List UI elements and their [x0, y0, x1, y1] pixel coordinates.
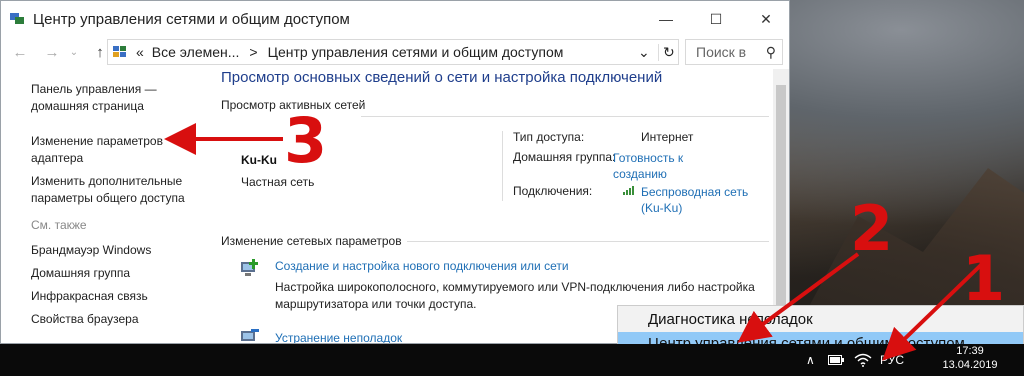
clock[interactable]: 17:39 13.04.2019	[930, 344, 1010, 372]
access-type-label: Тип доступа:	[513, 130, 585, 144]
section-divider	[361, 116, 769, 117]
battery-icon[interactable]	[828, 344, 844, 376]
clock-time: 17:39	[956, 345, 984, 357]
section-divider-2	[407, 241, 769, 242]
troubleshoot-icon	[239, 327, 263, 343]
annotation-number-2: 2	[850, 192, 894, 265]
access-type-value: Интернет	[641, 130, 694, 144]
adapter-line2: адаптера	[31, 151, 84, 165]
navigation-bar: ← → ⌄ ↑ « Все элемен... > Центр управлен…	[1, 37, 789, 67]
homegroup-value-line2: созданию	[613, 167, 667, 181]
task1-desc-line1: Настройка широкополосного, коммутируемог…	[275, 280, 755, 294]
network-name: Ku-Ku	[241, 153, 277, 167]
new-connection-link[interactable]: Создание и настройка нового подключения …	[275, 259, 569, 273]
homegroup-value-line1: Готовность к	[613, 151, 684, 165]
adapter-line1: Изменение параметров	[31, 134, 163, 148]
taskbar: ∧ РУС	[0, 344, 1024, 376]
address-bar[interactable]: « Все элемен... > Центр управления сетям…	[107, 39, 679, 65]
forward-button[interactable]: →	[41, 40, 63, 64]
annotation-number-1: 1	[962, 242, 1006, 315]
breadcrumb-separator[interactable]: >	[249, 44, 257, 60]
maximize-button[interactable]: ☐	[693, 1, 739, 37]
back-button[interactable]: ←	[9, 40, 31, 64]
close-button[interactable]: ✕	[743, 1, 789, 37]
new-connection-icon	[239, 258, 263, 285]
left-pane: Панель управления — домашняя страница Из…	[31, 81, 211, 328]
page-title: Просмотр основных сведений о сети и наст…	[221, 69, 663, 86]
window-title: Центр управления сетями и общим доступом	[33, 10, 350, 28]
troubleshoot-link[interactable]: Устранение неполадок	[275, 331, 402, 343]
homegroup-link[interactable]: Готовность к созданию	[613, 150, 683, 182]
network-type[interactable]: Частная сеть	[241, 175, 314, 189]
search-placeholder: Поиск в	[696, 44, 747, 60]
scrollbar-thumb[interactable]	[776, 85, 786, 325]
connection-value-line1: Беспроводная сеть	[641, 185, 749, 199]
cp-home-line1: Панель управления —	[31, 82, 157, 96]
network-center-window: Центр управления сетями и общим доступом…	[0, 0, 790, 344]
sharing-line2: параметры общего доступа	[31, 191, 185, 205]
see-also-heading: См. также	[31, 218, 87, 232]
search-icon[interactable]: ⚲	[766, 44, 776, 61]
homegroup-label: Домашняя группа:	[513, 150, 616, 164]
breadcrumb-all-items[interactable]: Все элемен...	[152, 44, 240, 60]
firewall-link[interactable]: Брандмауэр Windows	[31, 242, 211, 259]
refresh-icon[interactable]: ↻	[658, 43, 675, 61]
wireless-connection-link[interactable]: Беспроводная сеть (Ku-Ku)	[641, 184, 748, 216]
wifi-signal-icon	[622, 183, 636, 201]
clock-date: 13.04.2019	[942, 359, 998, 371]
network-type-label: Частная сеть	[241, 175, 315, 189]
connections-label: Подключения:	[513, 184, 593, 198]
cp-home-link[interactable]: Панель управления — домашняя страница	[31, 81, 211, 115]
search-input[interactable]: Поиск в ⚲	[685, 39, 783, 65]
connection-value-line2: (Ku-Ku)	[641, 201, 683, 215]
infrared-link[interactable]: Инфракрасная связь	[31, 288, 211, 305]
advanced-sharing-link[interactable]: Изменить дополнительные параметры общего…	[31, 173, 211, 207]
vertical-scrollbar[interactable]	[773, 69, 789, 343]
annotation-number-3: 3	[284, 104, 328, 177]
recent-dropdown-icon[interactable]: ⌄	[63, 40, 85, 64]
control-panel-icon	[112, 45, 128, 59]
title-bar[interactable]: Центр управления сетями и общим доступом…	[1, 1, 789, 37]
sharing-line1: Изменить дополнительные	[31, 174, 183, 188]
language-indicator[interactable]: РУС	[880, 344, 904, 376]
cp-home-line2: домашняя страница	[31, 99, 144, 113]
change-settings-heading: Изменение сетевых параметров	[221, 234, 402, 248]
wifi-icon[interactable]	[854, 344, 872, 376]
breadcrumb-overflow[interactable]: «	[136, 44, 144, 60]
homegroup-link[interactable]: Домашняя группа	[31, 265, 211, 282]
tray-overflow-chevron[interactable]: ∧	[806, 344, 815, 376]
window-network-icon	[9, 12, 25, 26]
internet-options-link[interactable]: Свойства браузера	[31, 311, 211, 328]
vertical-divider	[502, 131, 503, 201]
change-adapter-link[interactable]: Изменение параметров адаптера	[31, 133, 211, 167]
minimize-button[interactable]: —	[643, 1, 689, 37]
address-dropdown-icon[interactable]: ⌄	[638, 44, 650, 61]
breadcrumb-current[interactable]: Центр управления сетями и общим доступом	[268, 44, 564, 60]
